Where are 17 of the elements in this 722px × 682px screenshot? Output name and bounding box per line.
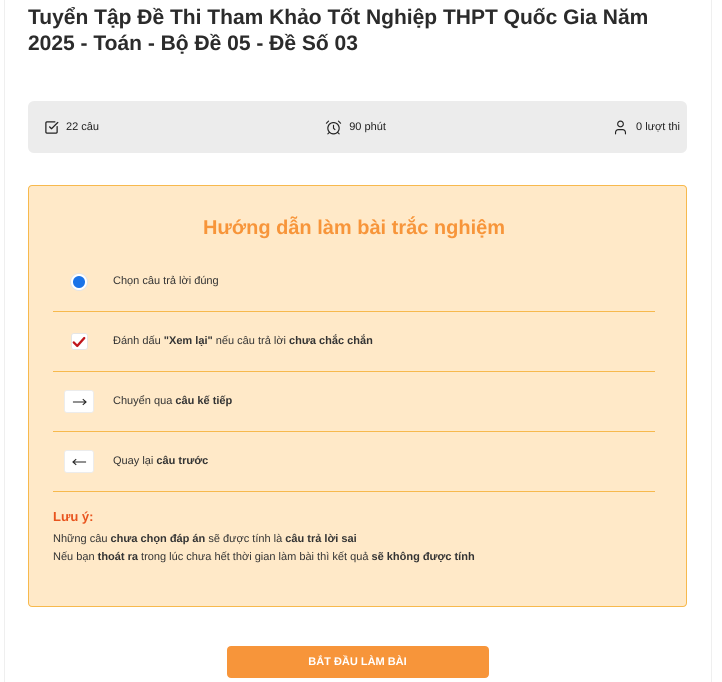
- stat-label: 0 lượt thi: [636, 120, 680, 135]
- page-title: Tuyển Tập Đề Thi Tham Khảo Tốt Nghiệp THPT Quốc Gia Năm 2025 - Toán - Bộ Đề 05 - Đề Số 03: [28, 5, 650, 57]
- instruction-text: Chọn câu trả lời đúng: [113, 274, 219, 290]
- left-arrow-key-icon: [64, 450, 94, 473]
- guide-title: Hướng dẫn làm bài trắc nghiệm: [202, 215, 506, 241]
- instruction-text: Chuyển qua câu kế tiếp: [113, 394, 232, 410]
- checkbox-tick-icon: [44, 120, 59, 134]
- right-arrow-key-icon: [64, 390, 94, 413]
- note-text: Nếu bạn thoát ra trong lúc chưa hết thời gian làm bài thì kết quả sẽ không được tính: [53, 550, 476, 565]
- stat-label: 22 câu: [66, 120, 100, 135]
- start-button[interactable]: BẮT ĐẦU LÀM BÀI: [226, 646, 488, 678]
- stat-label: 90 phút: [349, 120, 386, 135]
- instruction-text: Quay lại câu trước: [113, 454, 208, 470]
- instruction-text: Đánh dấu "Xem lại" nếu câu trả lời chưa chắc chắn: [113, 333, 373, 350]
- note-text: Những câu chưa chọn đáp án sẽ được tính là câu trả lời sai: [53, 532, 358, 547]
- note-label: Lưu ý:: [53, 508, 94, 526]
- alarm-clock-icon: [325, 118, 342, 136]
